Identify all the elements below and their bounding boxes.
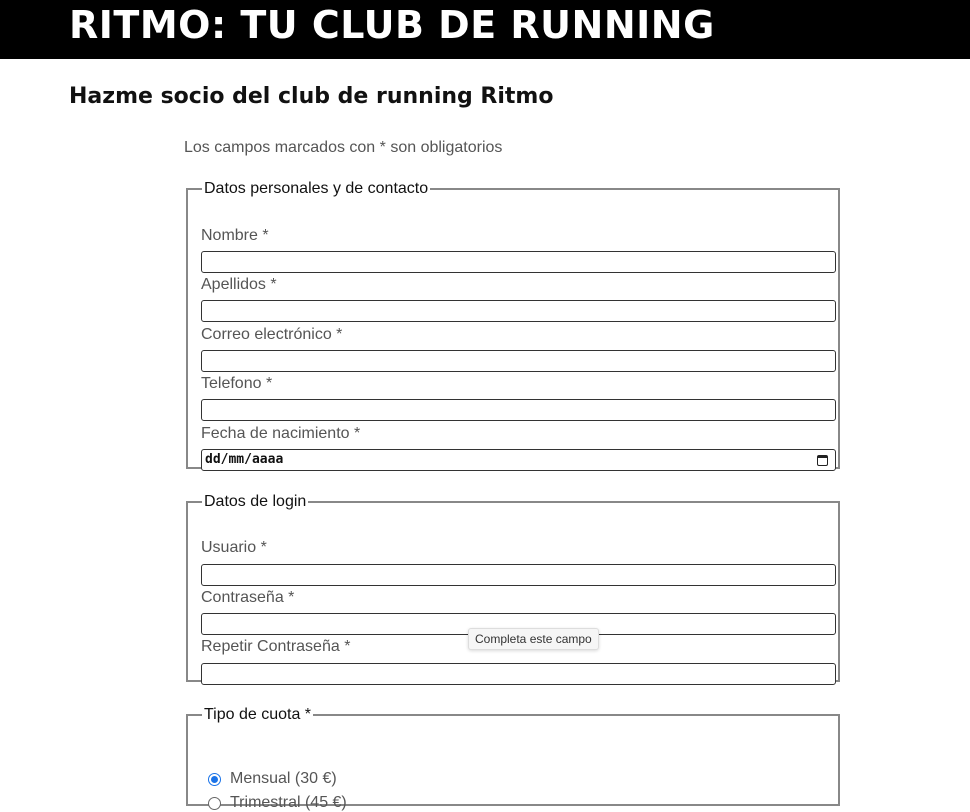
- cuota-fieldset: Tipo de cuota * Mensual (30 €) Trimestra…: [186, 706, 840, 811]
- site-header: RITMO: TU CLUB DE RUNNING: [0, 0, 970, 59]
- contrasena-label: Contraseña *: [201, 589, 295, 606]
- site-title: RITMO: TU CLUB DE RUNNING: [69, 3, 715, 47]
- personal-data-fieldset: Datos personales y de contacto Nombre * …: [186, 180, 840, 471]
- repetir-contrasena-label: Repetir Contraseña *: [201, 638, 351, 655]
- login-data-fieldset: Datos de login Usuario * Contraseña * Re…: [186, 493, 840, 685]
- personal-data-legend: Datos personales y de contacto: [204, 180, 429, 197]
- calendar-icon[interactable]: [817, 454, 828, 466]
- mensual-label: Mensual (30 €): [230, 770, 337, 787]
- usuario-label: Usuario *: [201, 539, 267, 556]
- correo-label: Correo electrónico *: [201, 326, 343, 343]
- apellidos-label: Apellidos *: [201, 276, 277, 293]
- correo-input[interactable]: [201, 350, 836, 372]
- fecha-label: Fecha de nacimiento *: [201, 425, 361, 442]
- nombre-input[interactable]: [201, 251, 836, 273]
- page-subtitle: Hazme socio del club de running Ritmo: [69, 84, 554, 109]
- apellidos-input[interactable]: [201, 300, 836, 322]
- repetir-contrasena-input[interactable]: [201, 663, 836, 685]
- usuario-input[interactable]: [201, 564, 836, 586]
- trimestral-radio[interactable]: [208, 796, 221, 810]
- telefono-label: Telefono *: [201, 375, 273, 392]
- nombre-label: Nombre *: [201, 227, 269, 244]
- fecha-nacimiento-input[interactable]: dd/mm/aaaa: [201, 449, 836, 471]
- validation-tooltip: Completa este campo: [468, 628, 599, 650]
- required-fields-note: Los campos marcados con * son obligatori…: [184, 139, 503, 156]
- mensual-radio[interactable]: [208, 772, 221, 786]
- login-data-legend: Datos de login: [204, 493, 307, 510]
- trimestral-label: Trimestral (45 €): [230, 794, 347, 811]
- cuota-legend: Tipo de cuota *: [204, 706, 312, 723]
- cuota-option-mensual[interactable]: Mensual (30 €): [208, 770, 337, 788]
- telefono-input[interactable]: [201, 399, 836, 421]
- fecha-placeholder: dd/mm/aaaa: [205, 452, 284, 467]
- cuota-option-trimestral[interactable]: Trimestral (45 €): [208, 794, 347, 812]
